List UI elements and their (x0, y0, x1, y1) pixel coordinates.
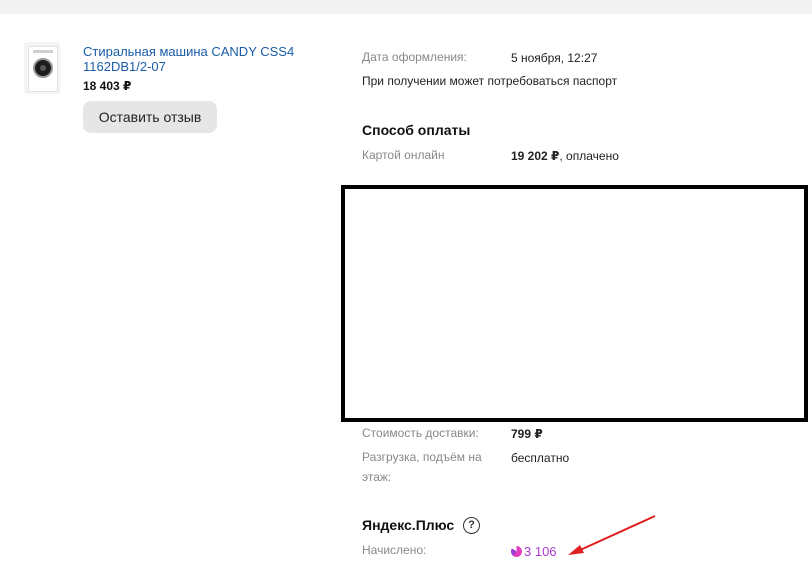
plus-heading: Яндекс.Плюс (362, 517, 455, 533)
control-panel-shape (33, 50, 53, 53)
washing-machine-image[interactable] (24, 42, 60, 94)
door-shape (33, 58, 53, 78)
lift-value: бесплатно (511, 451, 570, 465)
payment-amount: 19 202 ₽ (511, 149, 560, 163)
plus-accrued-amount: 3 106 (524, 544, 557, 559)
order-date-value: 5 ноября, 12:27 (511, 51, 598, 65)
payment-status: , оплачено (559, 149, 619, 163)
plus-accrued-label: Начислено: (362, 543, 427, 557)
product-price: 18 403 ₽ (83, 79, 132, 93)
top-bar (0, 0, 812, 14)
payment-method-label: Картой онлайн (362, 148, 445, 162)
redacted-area (341, 185, 808, 422)
help-icon[interactable]: ? (463, 517, 480, 534)
delivery-cost-value: 799 ₽ (511, 427, 543, 441)
lift-label-line2: этаж: (362, 470, 392, 484)
payment-heading: Способ оплаты (362, 122, 471, 138)
washing-machine-body (28, 46, 58, 92)
annotation-arrow-icon (568, 515, 656, 555)
delivery-cost-label: Стоимость доставки: (362, 426, 479, 440)
yandex-plus-icon (511, 546, 522, 557)
product-title-link[interactable]: Стиральная машина CANDY CSS4 1162DB1/2-0… (83, 44, 303, 74)
leave-review-button[interactable]: Оставить отзыв (83, 101, 217, 133)
order-date-label: Дата оформления: (362, 50, 467, 64)
passport-note: При получении может потребоваться паспор… (362, 74, 618, 88)
lift-label-line1: Разгрузка, подъём на (362, 450, 482, 464)
plus-accrued-value: 3 106 (511, 544, 557, 560)
payment-value: 19 202 ₽, оплачено (511, 148, 619, 164)
